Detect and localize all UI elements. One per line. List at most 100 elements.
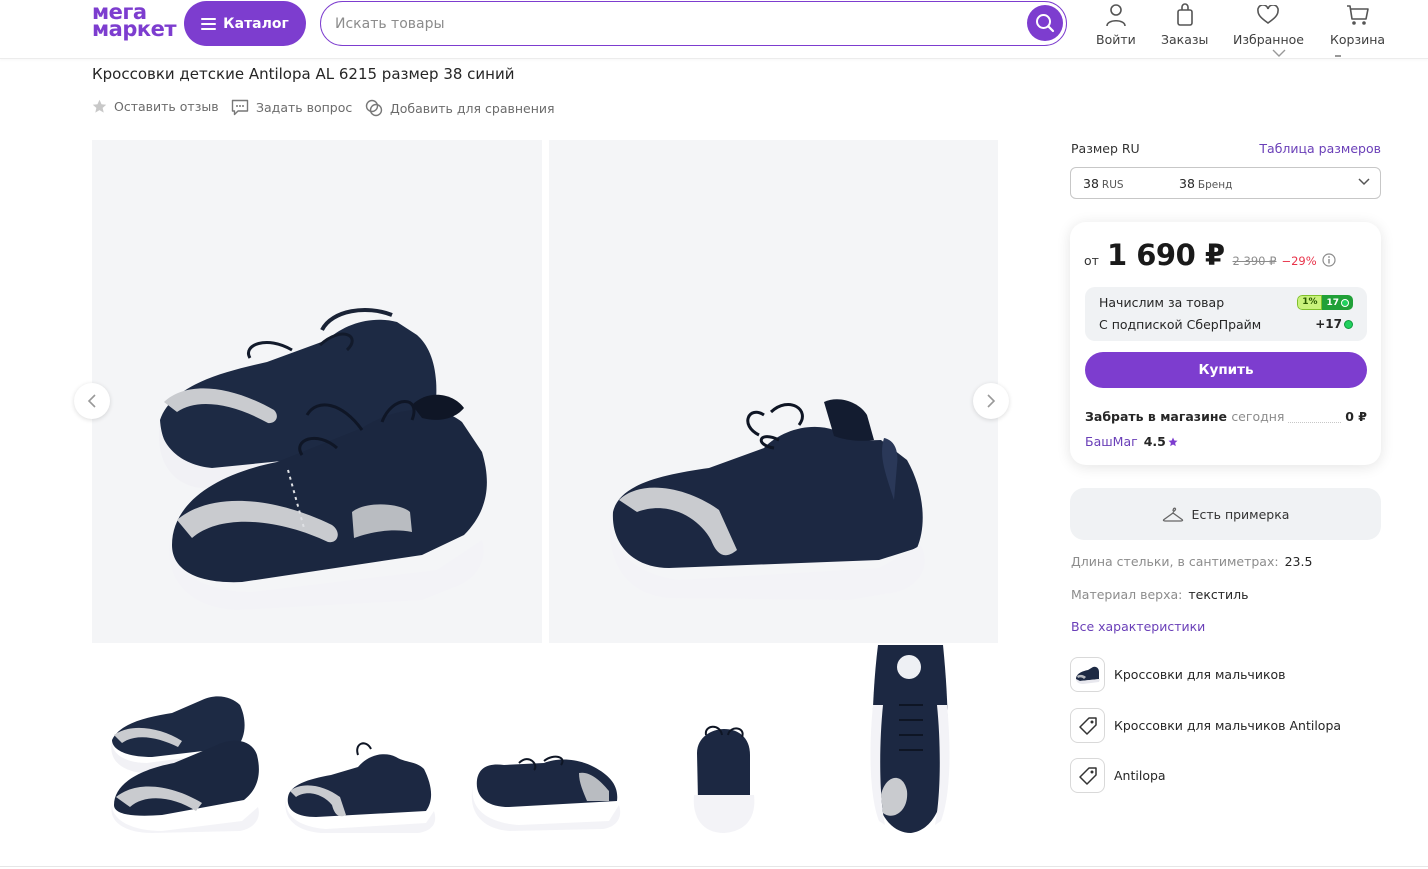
pickup-method: Забрать в магазине — [1085, 409, 1227, 424]
cart-icon — [1346, 5, 1369, 25]
thumbnail-top-image — [870, 645, 950, 833]
related-label: Кроссовки для мальчиков Antilopa — [1114, 718, 1342, 733]
size-label: Размер RU — [1071, 141, 1140, 156]
spec-key: Материал верха: — [1071, 587, 1183, 602]
size-select[interactable]: 38 RUS 38 Бренд — [1070, 167, 1381, 199]
divider — [1335, 55, 1341, 57]
product-title: Кроссовки детские Antilopa AL 6215 разме… — [92, 65, 515, 83]
favorites-link[interactable]: Избранное — [1233, 2, 1304, 47]
add-to-compare-link[interactable]: Добавить для сравнения — [365, 99, 555, 117]
prime-bonus-label: С подпиской СберПрайм — [1099, 317, 1262, 332]
chevron-right-icon — [987, 394, 996, 408]
related-category-link[interactable]: Кроссовки для мальчиков — [1070, 657, 1286, 692]
size-ru-unit: RUS — [1101, 179, 1124, 191]
pickup-label: Забрать в магазине сегодня — [1085, 409, 1289, 424]
gallery-thumbnail[interactable] — [92, 645, 270, 833]
size-ru-number: 38 — [1083, 176, 1099, 191]
old-price: 2 390 ₽ — [1232, 254, 1277, 268]
prime-bonus-value: +17 — [1315, 317, 1353, 331]
menu-icon — [201, 17, 217, 30]
bonus-label: Начислим за товар — [1099, 295, 1225, 310]
gallery-prev-button[interactable] — [74, 383, 110, 419]
thumbnail-back-image — [693, 725, 755, 833]
pickup-when: сегодня — [1231, 409, 1285, 424]
related-label: Antilopa — [1114, 768, 1166, 783]
tryon-label: Есть примерка — [1191, 506, 1290, 522]
login-link[interactable]: Войти — [1096, 2, 1136, 47]
favorites-label: Избранное — [1233, 32, 1304, 47]
all-specs-link[interactable]: Все характеристики — [1071, 619, 1205, 634]
orders-label: Заказы — [1161, 32, 1209, 47]
price-row: от 1 690 ₽ 2 390 ₽ −29% — [1084, 238, 1336, 272]
current-price: 1 690 ₽ — [1106, 238, 1225, 272]
tryon-button[interactable]: Есть примерка — [1070, 488, 1381, 540]
buy-button[interactable]: Купить — [1085, 352, 1367, 388]
spec-insole-length: Длина стельки, в сантиметрах: 23.5 — [1071, 554, 1312, 569]
logo-line-2: маркет — [92, 17, 177, 41]
thumbnail-side-image — [285, 742, 436, 833]
bonus-percent: 1% — [1297, 295, 1323, 310]
bonus-points: 17 — [1322, 295, 1353, 310]
compare-icon — [365, 99, 383, 117]
tag-icon — [1070, 708, 1105, 743]
sber-bonus-icon — [1341, 298, 1349, 307]
store-rating: 4.5 — [1143, 434, 1166, 449]
gallery-thumbnail[interactable] — [642, 645, 816, 833]
heart-icon — [1257, 5, 1280, 24]
bonus-box: Начислим за товар С подпиской СберПрайм … — [1085, 287, 1367, 341]
bonus-badge[interactable]: 1% 17 — [1297, 295, 1353, 310]
spec-key: Длина стельки, в сантиметрах: — [1071, 554, 1279, 569]
pickup-price: 0 ₽ — [1341, 409, 1367, 424]
tag-icon — [1070, 758, 1105, 793]
hanger-icon — [1162, 507, 1183, 522]
megamarket-logo[interactable]: мега маркет — [92, 2, 177, 41]
gallery-thumbnail[interactable] — [823, 645, 997, 833]
size-brand-unit: Бренд — [1197, 179, 1233, 191]
add-to-compare-label: Добавить для сравнения — [390, 100, 555, 116]
thumbnail-pair-image — [111, 696, 259, 833]
size-brand-value: 38 Бренд — [1179, 176, 1232, 191]
ask-question-label: Задать вопрос — [256, 100, 353, 115]
product-photo-2[interactable] — [549, 140, 998, 643]
divider — [0, 866, 1428, 867]
store-link[interactable]: БашМаг — [1085, 434, 1138, 449]
login-label: Войти — [1096, 32, 1136, 47]
cart-link[interactable]: Корзина — [1330, 2, 1385, 47]
related-brand-category-link[interactable]: Кроссовки для мальчиков Antilopa — [1070, 708, 1341, 743]
sber-bonus-icon — [1344, 319, 1353, 329]
pickup-row: Забрать в магазине сегодня 0 ₽ — [1085, 409, 1367, 427]
search-input[interactable] — [335, 13, 1015, 35]
gallery-thumbnail[interactable] — [276, 645, 452, 833]
leave-review-link[interactable]: Оставить отзыв — [92, 99, 219, 114]
info-icon[interactable] — [1322, 253, 1336, 267]
chevron-left-icon — [87, 394, 96, 408]
star-icon — [1168, 437, 1178, 446]
gallery-next-button[interactable] — [973, 383, 1009, 419]
site-header: мега маркет Каталог Войти Заказы Избранн… — [0, 0, 1428, 59]
product-photo-1[interactable] — [92, 140, 542, 643]
size-brand-number: 38 — [1179, 176, 1195, 191]
sneaker-side-image — [609, 399, 925, 600]
catalog-button-label: Каталог — [223, 15, 289, 32]
search-icon — [1036, 14, 1055, 33]
sneakers-pair-image — [158, 308, 487, 610]
cart-label: Корзина — [1330, 32, 1386, 47]
gallery-thumbnail[interactable] — [459, 645, 635, 833]
search-bar — [320, 1, 1067, 46]
price-card: от 1 690 ₽ 2 390 ₽ −29% Начислим за това… — [1070, 222, 1381, 465]
catalog-button[interactable]: Каталог — [184, 1, 306, 46]
spec-upper-material: Материал верха: текстиль — [1071, 587, 1249, 602]
bonus-points-value: 17 — [1326, 297, 1339, 308]
orders-link[interactable]: Заказы — [1161, 2, 1208, 47]
shoe-thumb-icon — [1070, 657, 1105, 692]
store-row: БашМаг 4.5 — [1085, 434, 1178, 449]
chat-icon — [231, 99, 249, 116]
size-table-link[interactable]: Таблица размеров — [1200, 141, 1381, 156]
leave-review-label: Оставить отзыв — [114, 99, 219, 114]
ask-question-link[interactable]: Задать вопрос — [231, 99, 352, 116]
star-icon — [92, 99, 107, 113]
prime-bonus-points: +17 — [1315, 317, 1342, 331]
search-button[interactable] — [1027, 5, 1063, 41]
related-brand-link[interactable]: Antilopa — [1070, 758, 1166, 793]
spec-value: 23.5 — [1284, 554, 1313, 569]
